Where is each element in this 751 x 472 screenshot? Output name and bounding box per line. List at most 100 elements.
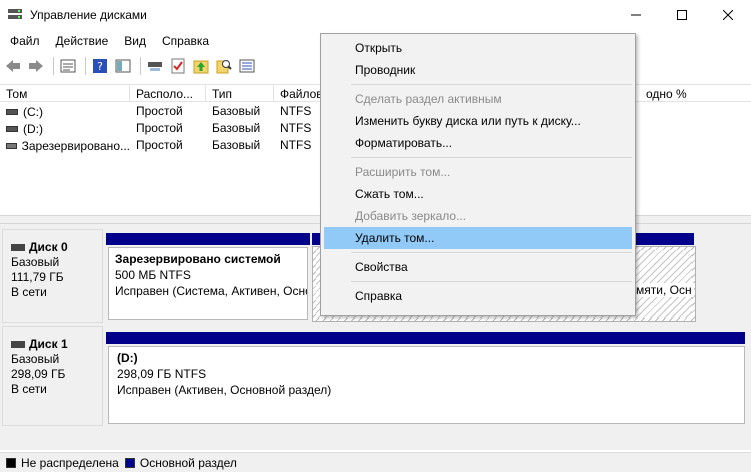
context-menu-item-properties[interactable]: Свойства: [321, 256, 635, 278]
context-menu-item-delete-volume[interactable]: Удалить том...: [324, 227, 632, 249]
maximize-icon: [677, 10, 687, 20]
check-icon: [171, 58, 185, 74]
legend-swatch: [124, 457, 135, 468]
volume-layout: Простой: [136, 138, 183, 152]
context-menu: Открыть Проводник Сделать раздел активны…: [320, 33, 636, 316]
legend-item-unallocated: Не распределена: [6, 456, 119, 470]
menu-view[interactable]: Вид: [116, 30, 154, 52]
help-icon: ?: [93, 59, 107, 73]
volume-type: Базовый: [212, 104, 261, 118]
context-menu-item-explorer[interactable]: Проводник: [321, 59, 635, 81]
menu-action[interactable]: Действие: [48, 30, 117, 52]
console-tree-button[interactable]: [113, 56, 133, 76]
context-menu-item-extend-volume: Расширить том...: [355, 165, 451, 179]
volume-layout: Простой: [136, 104, 183, 118]
disk-kind: Базовый: [11, 255, 60, 269]
partition-size: 298,09 ГБ NTFS: [117, 367, 207, 381]
legend: Не распределена Основной раздел: [0, 452, 751, 472]
title-bar: Управление дисками: [0, 0, 751, 30]
partition-status: Исправен (Система, Активен, Осно: [115, 284, 308, 298]
context-menu-item-shrink-volume[interactable]: Сжать том...: [321, 183, 635, 205]
column-header-volume[interactable]: Том: [0, 85, 130, 101]
context-menu-item-open[interactable]: Открыть: [321, 37, 635, 59]
toolbar-separator: [85, 57, 86, 75]
search-icon: [216, 60, 232, 74]
properties-button[interactable]: [58, 56, 78, 76]
legend-label: Не распределена: [21, 455, 119, 470]
menu-separator: [321, 249, 635, 256]
disk-state: В сети: [11, 382, 47, 396]
upload-button[interactable]: [191, 56, 211, 76]
volume-icon: [6, 109, 18, 115]
disk-state: В сети: [11, 285, 47, 299]
maximize-button[interactable]: [659, 0, 705, 30]
volume-name: (D:): [23, 122, 43, 136]
help-button[interactable]: ?: [90, 56, 110, 76]
disk-icon: [11, 341, 25, 348]
partition-name: (D:): [117, 351, 138, 365]
menu-help[interactable]: Справка: [154, 30, 217, 52]
list-icon: [239, 59, 255, 73]
partition-status: Исправен (Активен, Основной раздел): [117, 383, 332, 397]
partition-system-reserved[interactable]: Зарезервировано системой 500 МБ NTFS Исп…: [108, 247, 308, 320]
forward-arrow-icon: [29, 60, 43, 72]
list-button[interactable]: [237, 56, 257, 76]
search-button[interactable]: [214, 56, 234, 76]
check-button[interactable]: [168, 56, 188, 76]
column-header-layout[interactable]: Располо...: [130, 85, 206, 101]
volume-name: (C:): [23, 105, 43, 119]
menu-separator: [321, 81, 635, 88]
toolbar-separator: [140, 57, 141, 75]
upload-icon: [193, 60, 209, 74]
close-button[interactable]: [705, 0, 751, 30]
minimize-button[interactable]: [613, 0, 659, 30]
disk-size: 111,79 ГБ: [11, 270, 64, 284]
minimize-icon: [631, 14, 641, 16]
context-menu-item-change-drive-letter[interactable]: Изменить букву диска или путь к диску...: [321, 110, 635, 132]
volume-name: Зарезервировано...: [21, 139, 130, 153]
partition-status-tail: мяти, Осн: [634, 283, 694, 297]
volume-type: Базовый: [212, 138, 261, 152]
disk-0-label[interactable]: Диск 0 Базовый 111,79 ГБ В сети: [2, 229, 103, 323]
legend-swatch: [6, 457, 16, 468]
partition-bar: [106, 332, 745, 344]
disk-1-label[interactable]: Диск 1 Базовый 298,09 ГБ В сети: [2, 326, 103, 426]
column-header-type[interactable]: Тип: [206, 85, 274, 101]
partition-bar: [106, 233, 310, 245]
menu-separator: [321, 154, 635, 161]
console-tree-icon: [115, 59, 131, 73]
legend-label: Основной раздел: [139, 455, 237, 470]
volume-icon: [6, 126, 18, 132]
properties-icon: [60, 59, 76, 73]
partition-bar: [636, 233, 694, 245]
toolbar-separator: [53, 57, 54, 75]
window-title: Управление дисками: [30, 8, 147, 22]
disk-management-app-icon: [8, 9, 22, 19]
disk-name: Диск 1: [29, 337, 68, 351]
forward-button[interactable]: [26, 56, 46, 76]
partition-size: 500 МБ NTFS: [115, 268, 191, 282]
context-menu-item-format[interactable]: Форматировать...: [321, 132, 635, 154]
partition-name: Зарезервировано системой: [115, 252, 281, 266]
menu-separator: [321, 278, 635, 285]
context-menu-item-add-mirror: Добавить зеркало...: [355, 209, 467, 223]
context-menu-item-help[interactable]: Справка: [321, 285, 635, 307]
disk-icon: [11, 244, 25, 251]
close-icon: [723, 10, 733, 20]
column-header-free-percent[interactable]: одно %: [623, 85, 751, 101]
legend-item-primary: Основной раздел: [124, 455, 237, 470]
context-menu-item-mark-active: Сделать раздел активным: [355, 92, 502, 106]
menu-file[interactable]: Файл: [0, 30, 48, 52]
volume-type: Базовый: [212, 121, 261, 135]
disk-size: 298,09 ГБ: [11, 367, 66, 381]
partition-d[interactable]: (D:) 298,09 ГБ NTFS Исправен (Активен, О…: [108, 346, 745, 424]
volume-icon: [6, 143, 17, 149]
partition-bar: [312, 233, 320, 245]
disk-name: Диск 0: [29, 240, 68, 254]
back-button[interactable]: [3, 56, 23, 76]
connect-icon: [148, 62, 162, 71]
volume-layout: Простой: [136, 121, 183, 135]
disk-kind: Базовый: [11, 352, 60, 366]
connect-button[interactable]: [145, 56, 165, 76]
svg-text:?: ?: [97, 60, 103, 73]
